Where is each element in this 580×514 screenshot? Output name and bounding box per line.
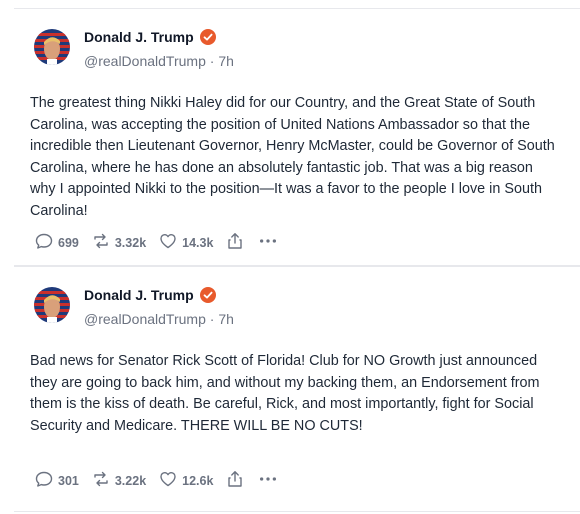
heart-icon [158,231,178,254]
reply-count: 301 [58,473,79,488]
post-body: Bad news for Senator Rick Scott of Flori… [30,353,540,434]
post-time[interactable]: 7h [218,53,234,69]
post-actions: 699 3.32k 14.3k [34,231,291,254]
avatar[interactable] [34,29,70,65]
repost-button[interactable]: 3.32k [91,231,146,254]
repost-icon [91,469,111,492]
share-button[interactable] [225,469,245,492]
author-handle[interactable]: @realDonaldTrump [84,311,206,327]
reply-button[interactable]: 301 [34,469,79,492]
handle-row: @realDonaldTrump · 7h [84,311,234,327]
author-name-row[interactable]: Donald J. Trump [84,287,216,303]
more-dots-icon [258,469,278,492]
handle-row: @realDonaldTrump · 7h [84,53,234,69]
separator: · [205,311,219,327]
post-actions: 301 3.22k 12.6k [34,469,291,492]
post-time[interactable]: 7h [218,311,234,327]
avatar[interactable] [34,287,70,323]
more-options-button[interactable] [257,471,279,491]
share-button[interactable] [225,231,245,254]
like-count: 12.6k [182,473,214,488]
repost-count: 3.22k [114,473,147,488]
like-button[interactable]: 14.3k [158,231,213,254]
reply-count: 699 [58,235,79,250]
author-name[interactable]: Donald J. Trump [84,29,194,45]
reply-button[interactable]: 699 [34,231,79,254]
author-handle[interactable]: @realDonaldTrump [84,53,206,69]
like-button[interactable]: 12.6k [158,469,213,492]
verified-badge-icon [199,29,216,45]
separator: · [205,53,219,69]
share-icon [225,231,245,254]
more-options-button[interactable] [257,233,279,253]
author-name-row[interactable]: Donald J. Trump [84,29,216,45]
post-card[interactable]: Donald J. Trump @realDonaldTrump · 7h Ba… [14,266,580,512]
heart-icon [158,469,178,492]
share-icon [225,469,245,492]
post-card[interactable]: Donald J. Trump @realDonaldTrump · 7h Th… [14,8,580,266]
reply-icon [34,231,54,254]
like-count: 14.3k [182,235,214,250]
more-dots-icon [258,231,278,254]
post-body: The greatest thing Nikki Haley did for o… [30,95,555,219]
feed: Donald J. Trump @realDonaldTrump · 7h Th… [0,0,580,514]
repost-count: 3.32k [114,235,147,250]
author-name[interactable]: Donald J. Trump [84,287,194,303]
repost-icon [91,231,111,254]
reply-icon [34,469,54,492]
verified-badge-icon [199,287,216,303]
repost-button[interactable]: 3.22k [91,469,146,492]
